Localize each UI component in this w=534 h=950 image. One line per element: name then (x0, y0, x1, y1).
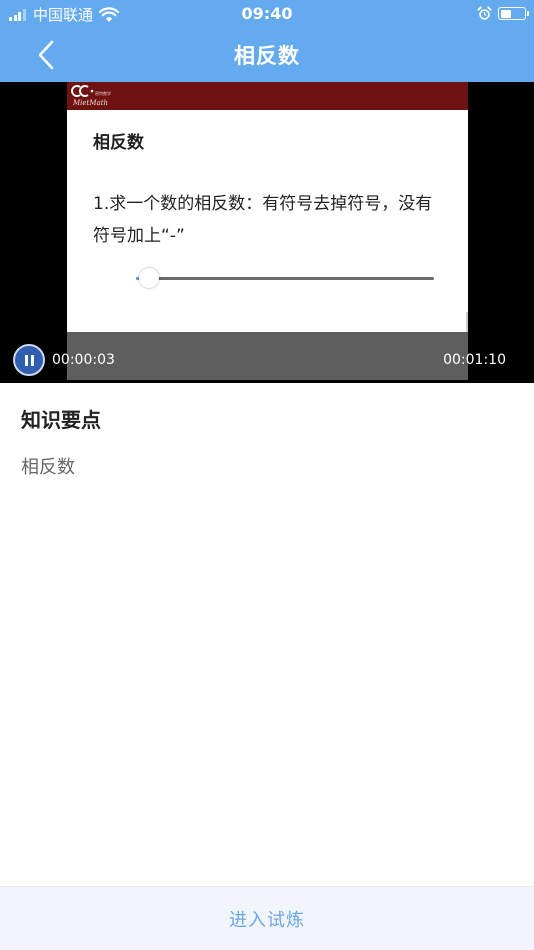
alarm-icon (477, 6, 492, 20)
enter-practice-button[interactable]: 进入试炼 (229, 906, 305, 932)
status-right (477, 6, 529, 21)
progress-slider[interactable] (136, 268, 434, 288)
pause-button[interactable] (13, 344, 45, 376)
video-controls: 00:00:03 00:01:10 (0, 332, 534, 380)
section-title: 知识要点 (21, 408, 101, 432)
video-player[interactable]: 密特数学 MietMath 相反数 1.求一个数的相反数：有符号去掉符号，没有符… (0, 82, 534, 383)
controls-background (67, 332, 468, 380)
logo-text: MietMath (73, 99, 109, 107)
nav-bar: 相反数 (0, 28, 534, 82)
total-time: 00:01:10 (443, 352, 506, 368)
knowledge-point: 相反数 (21, 457, 75, 478)
logo-subtitle: 密特数学 (95, 91, 111, 96)
pause-icon-bar (30, 354, 34, 366)
pause-icon (24, 354, 28, 366)
current-time: 00:00:03 (52, 352, 115, 368)
slide-title: 相反数 (93, 133, 144, 153)
page-title: 相反数 (234, 44, 300, 68)
battery-icon (498, 7, 529, 20)
status-bar: 中国联通 09:40 (0, 0, 534, 28)
bottom-bar: 进入试炼 (0, 886, 534, 950)
status-time: 09:40 (241, 4, 293, 23)
progress-thumb[interactable] (138, 268, 159, 288)
mietmath-logo-icon (71, 85, 94, 97)
top-bar: 中国联通 09:40 相反数 (0, 0, 534, 82)
slide-header: 密特数学 MietMath (67, 82, 468, 110)
slide-scroll-mark (466, 312, 468, 332)
slide-body: 1.求一个数的相反数：有符号去掉符号，没有符号加上“-” (93, 194, 433, 246)
